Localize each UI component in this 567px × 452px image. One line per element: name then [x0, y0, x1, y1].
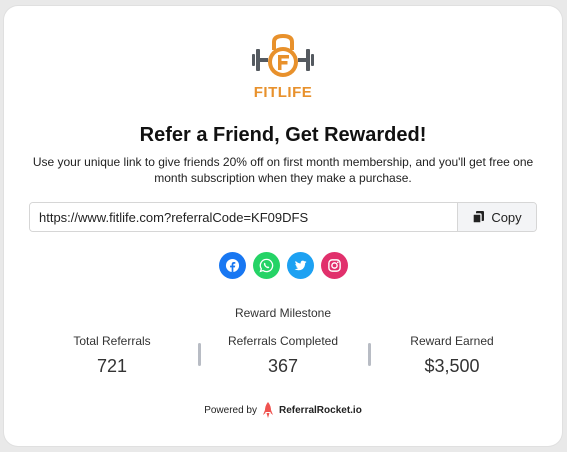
instagram-icon	[327, 259, 341, 272]
copy-button-label: Copy	[491, 209, 522, 225]
referral-card: FITLIFE Refer a Friend, Get Rewarded! Us…	[4, 6, 562, 446]
stat-referrals-completed: Referrals Completed 367	[208, 334, 358, 377]
milestone-title: Reward Milestone	[234, 306, 332, 320]
fitlife-logo	[4, 32, 562, 82]
share-instagram-button[interactable]	[320, 252, 348, 279]
rocket-icon	[263, 402, 273, 418]
page-title: Refer a Friend, Get Rewarded!	[139, 124, 427, 146]
stat-total-referrals: Total Referrals 721	[37, 334, 187, 377]
share-twitter-button[interactable]	[286, 252, 314, 279]
share-buttons	[4, 252, 562, 279]
facebook-icon	[225, 258, 239, 273]
stat-value: 367	[267, 356, 299, 376]
stat-value: 721	[96, 356, 128, 376]
copy-button[interactable]: Copy	[457, 203, 536, 231]
stat-divider	[198, 343, 201, 366]
share-facebook-button[interactable]	[218, 252, 246, 279]
stat-value: $3,500	[424, 356, 480, 376]
referral-link-input[interactable]	[30, 203, 457, 231]
powered-by: Powered by ReferralRocket.io	[4, 402, 562, 419]
brand-name: FITLIFE	[253, 84, 313, 101]
whatsapp-icon	[258, 258, 273, 273]
referral-description: Use your unique link to give friends 20%…	[32, 155, 534, 185]
powered-by-label: Powered by	[204, 405, 257, 416]
stat-label: Reward Earned	[410, 334, 494, 348]
stat-divider	[368, 343, 371, 366]
stat-reward-earned: Reward Earned $3,500	[377, 334, 527, 377]
copy-icon	[472, 211, 485, 224]
referralrocket-link[interactable]: ReferralRocket.io	[279, 405, 362, 416]
kettlebell-dumbbell-icon	[252, 33, 314, 77]
referral-link-field: Copy	[29, 202, 537, 232]
stat-label: Referrals Completed	[227, 334, 339, 348]
stat-label: Total Referrals	[73, 334, 151, 348]
twitter-icon	[294, 260, 307, 271]
share-whatsapp-button[interactable]	[252, 252, 280, 279]
